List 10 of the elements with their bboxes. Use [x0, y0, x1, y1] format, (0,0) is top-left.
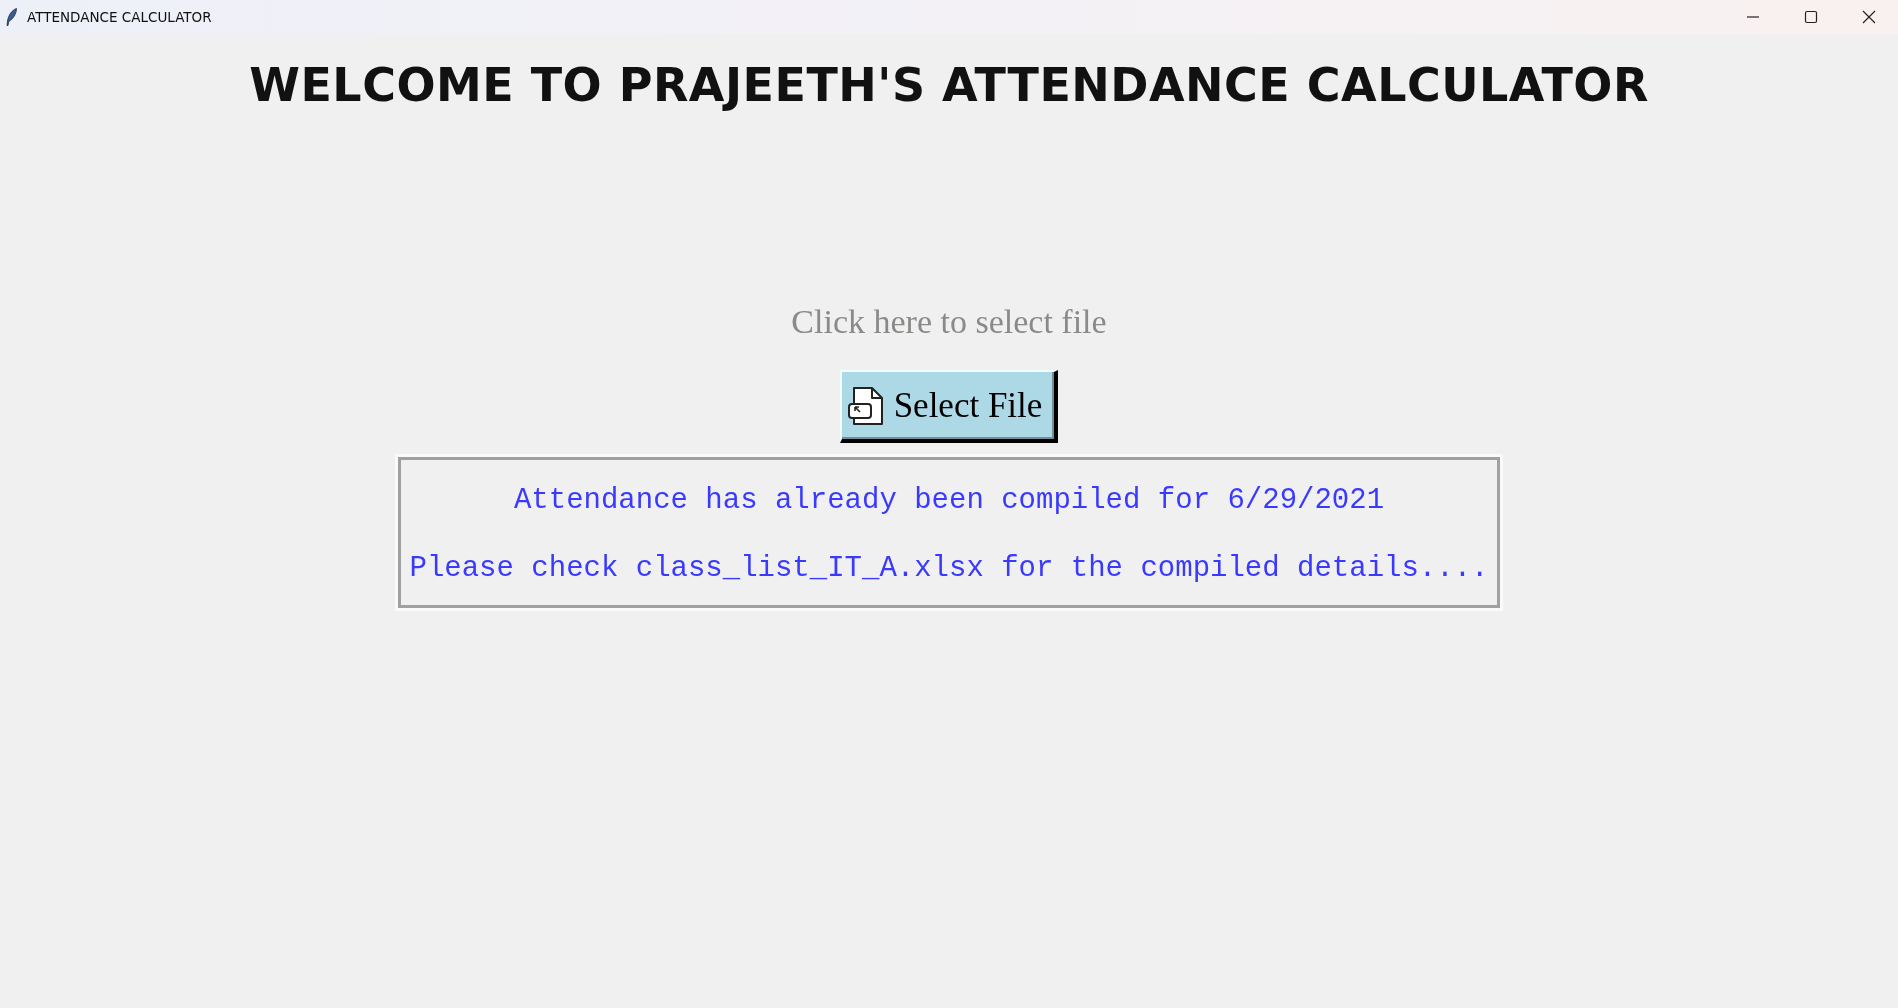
file-icon: [847, 385, 886, 426]
select-file-prompt: Click here to select file: [791, 302, 1107, 342]
message-text: Attendance has already been compiled for 6/29/2021: [513, 484, 1385, 518]
page-heading: WELCOME TO PRAJEETH'S ATTENDANCE CALCULATOR: [249, 58, 1649, 112]
maximize-icon: [1804, 10, 1818, 24]
close-icon: [1862, 10, 1876, 24]
select-file-button[interactable]: Select File: [839, 370, 1059, 443]
window-title: ATTENDANCE CALCULATOR: [27, 9, 212, 25]
message-text: Please check class_list_IT_A.xlsx for the compiled details....: [409, 552, 1489, 586]
feather-icon: [6, 8, 18, 26]
